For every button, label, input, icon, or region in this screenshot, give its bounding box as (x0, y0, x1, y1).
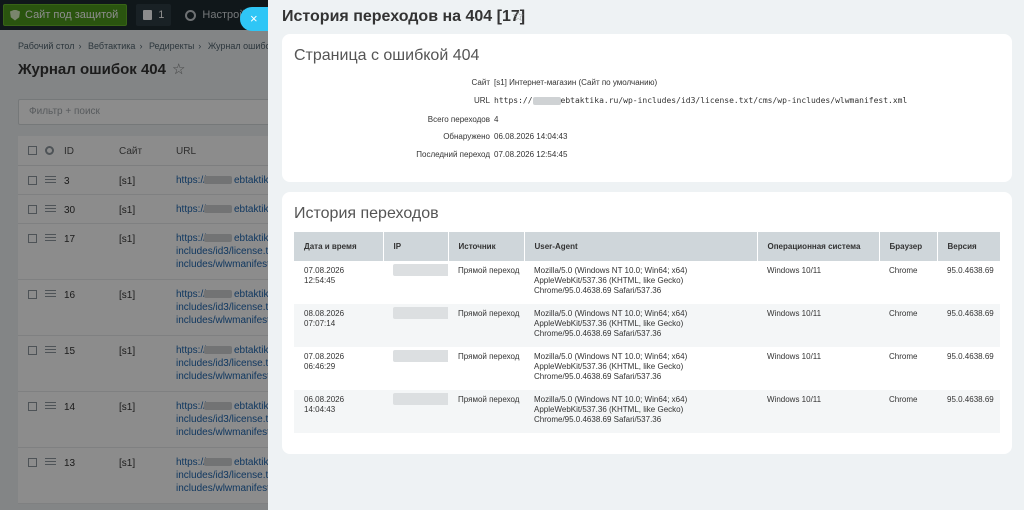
cell-source: Прямой переход (448, 390, 524, 433)
ua-line: Chrome/95.0.4638.69 Safari/537.36 (534, 286, 662, 295)
cell-date: 08.08.2026 (304, 309, 345, 318)
cell-source: Прямой переход (448, 304, 524, 347)
history-card-title: История переходов (294, 205, 439, 222)
url-prefix: https:// (494, 96, 533, 105)
prop-label: URL (473, 96, 490, 105)
table-row: 07.08.2026 06:46:29 Прямой переход Mozilla/… (294, 347, 1000, 390)
cell-os: Windows 10/11 (757, 304, 879, 347)
cell-ip (383, 390, 448, 433)
cell-datetime: 06.08.2026 14:04:43 (294, 390, 383, 433)
cell-date: 06.08.2026 (304, 395, 345, 404)
cell-datetime: 07.08.2026 12:54:45 (294, 261, 383, 304)
redacted-ip (393, 264, 448, 276)
cell-user-agent: Mozilla/5.0 (Windows NT 10.0; Win64; x64… (524, 304, 757, 347)
history-card: История переходов Дата и время IP Источн… (282, 192, 1012, 454)
slider-title: История переходов на 404 [17] (282, 8, 526, 25)
prop-value: 07.08.2026 12:54:45 (494, 150, 568, 159)
ua-line: Mozilla/5.0 (Windows NT 10.0; Win64; x64… (534, 352, 688, 361)
ua-line: AppleWebKit/537.36 (KHTML, like Gecko) (534, 405, 684, 414)
cell-datetime: 07.08.2026 06:46:29 (294, 347, 383, 390)
cell-user-agent: Mozilla/5.0 (Windows NT 10.0; Win64; x64… (524, 347, 757, 390)
ua-line: AppleWebKit/537.36 (KHTML, like Gecko) (534, 276, 684, 285)
prop-value: https:// ebtaktika.ru/wp-includes/id3/lic… (494, 96, 907, 105)
column-version[interactable]: Версия (937, 232, 1001, 261)
column-datetime[interactable]: Дата и время (294, 232, 384, 261)
table-row: 07.08.2026 12:54:45 Прямой переход Mozilla/… (294, 261, 1000, 304)
redacted-ip (393, 307, 448, 319)
table-row: 08.08.2026 07:07:14 Прямой переход Mozilla/… (294, 304, 1000, 347)
cell-ip (383, 347, 448, 390)
cell-source: Прямой переход (458, 352, 520, 361)
ua-line: Chrome/95.0.4638.69 Safari/537.36 (534, 415, 662, 424)
prop-label: Сайт (471, 78, 490, 87)
column-ip[interactable]: IP (383, 232, 449, 261)
favorite-star-icon[interactable]: ☆ (512, 8, 525, 25)
redacted-block (532, 96, 561, 105)
ua-line: AppleWebKit/537.36 (KHTML, like Gecko) (534, 319, 684, 328)
cell-time: 07:07:14 (304, 319, 336, 328)
cell-source: Прямой переход (458, 266, 520, 275)
cell-browser: Chrome (879, 390, 937, 433)
cell-datetime: 08.08.2026 07:07:14 (294, 304, 383, 347)
url-rest: ebtaktika.ru/wp-includes/id3/license.txt… (560, 96, 908, 105)
cell-version: 95.0.4638.69 (947, 266, 994, 275)
redacted-ip (393, 393, 448, 405)
cell-ip (383, 261, 448, 304)
redacted-ip (393, 350, 448, 362)
table-row: 06.08.2026 14:04:43 Прямой переход Mozilla/… (294, 390, 1000, 433)
cell-version: 95.0.4638.69 (937, 304, 1000, 347)
error-page-card-title: Страница с ошибкой 404 (294, 47, 480, 64)
cell-time: 12:54:45 (304, 276, 336, 285)
prop-label: Обнаружено (443, 132, 490, 141)
ua-line: AppleWebKit/537.36 (KHTML, like Gecko) (534, 362, 684, 371)
column-browser[interactable]: Браузер (879, 232, 938, 261)
prop-label: Последний переход (416, 150, 490, 159)
column-user-agent[interactable]: User-Agent (524, 232, 758, 261)
prop-value: [s1] Интернет-магазин (Сайт по умолчанию… (494, 78, 658, 87)
cell-ip (383, 304, 448, 347)
history-table-header: Дата и время IP Источник User-Agent Опер… (294, 232, 1001, 261)
prop-label: Всего переходов (427, 115, 490, 124)
cell-version: 95.0.4638.69 (947, 352, 994, 361)
ua-line: Chrome/95.0.4638.69 Safari/537.36 (534, 329, 662, 338)
ua-line: Mozilla/5.0 (Windows NT 10.0; Win64; x64… (534, 395, 688, 404)
cell-time: 06:46:29 (304, 362, 336, 371)
prop-value: 4 (494, 115, 499, 124)
cell-version: 95.0.4638.69 (937, 390, 1000, 433)
cell-user-agent: Mozilla/5.0 (Windows NT 10.0; Win64; x64… (524, 390, 757, 433)
history-slider-panel: История переходов на 404 [17] ☆ Страница… (268, 0, 1024, 510)
prop-value: 06.08.2026 14:04:43 (494, 132, 568, 141)
history-table: Дата и время IP Источник User-Agent Опер… (294, 232, 1001, 433)
error-page-card: Страница с ошибкой 404 Сайт [s1] Интерне… (282, 34, 1012, 182)
cell-os: Windows 10/11 (767, 266, 822, 275)
ua-line: Mozilla/5.0 (Windows NT 10.0; Win64; x64… (534, 266, 688, 275)
close-slider-button[interactable]: × (240, 7, 270, 31)
ua-line: Mozilla/5.0 (Windows NT 10.0; Win64; x64… (534, 309, 688, 318)
cell-time: 14:04:43 (304, 405, 336, 414)
cell-date: 07.08.2026 (304, 266, 345, 275)
ua-line: Chrome/95.0.4638.69 Safari/537.36 (534, 372, 662, 381)
cell-browser: Chrome (879, 304, 937, 347)
cell-os: Windows 10/11 (757, 390, 879, 433)
cell-date: 07.08.2026 (304, 352, 345, 361)
cell-os: Windows 10/11 (767, 352, 822, 361)
column-source[interactable]: Источник (448, 232, 525, 261)
cell-browser: Chrome (889, 266, 918, 275)
cell-user-agent: Mozilla/5.0 (Windows NT 10.0; Win64; x64… (524, 261, 757, 304)
column-os[interactable]: Операционная система (757, 232, 880, 261)
cell-browser: Chrome (889, 352, 918, 361)
